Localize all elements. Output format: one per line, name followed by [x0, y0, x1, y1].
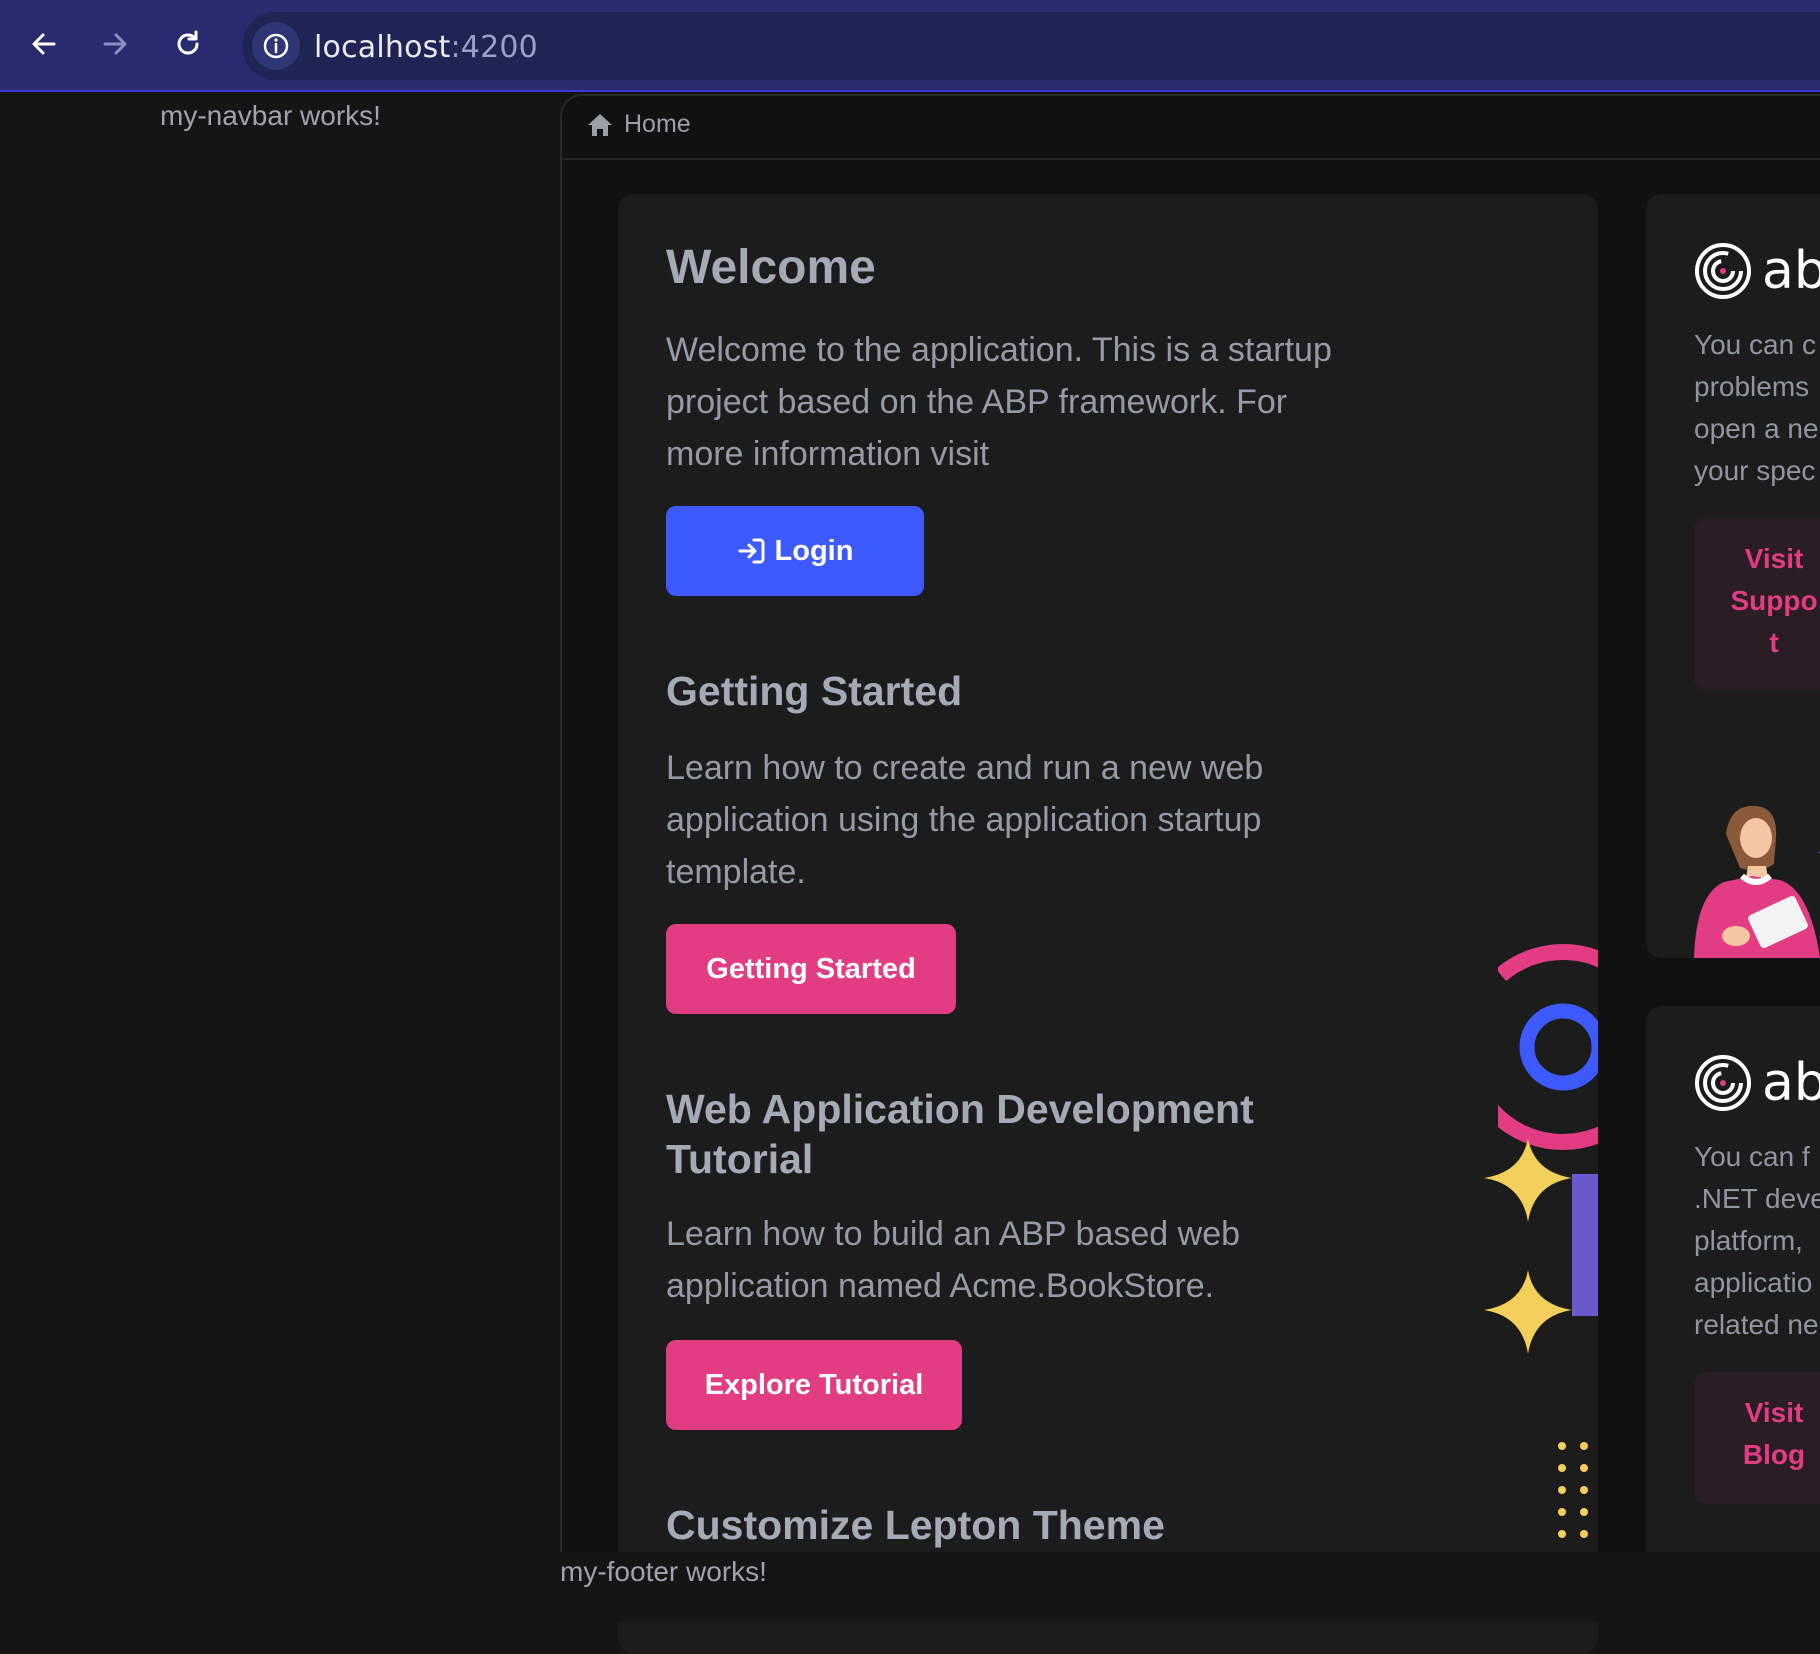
forward-button[interactable]: [93, 22, 137, 66]
login-button[interactable]: Login: [666, 506, 924, 596]
blog-text-line: related ne: [1694, 1309, 1819, 1340]
explore-tutorial-button-label: Explore Tutorial: [704, 1368, 924, 1401]
blog-text: You can f .NET deve platform, applicatio…: [1694, 1136, 1820, 1346]
support-text: You can c problems open a ne your spec: [1694, 324, 1819, 492]
arrow-right-icon: [103, 33, 127, 55]
getting-started-button[interactable]: Getting Started: [666, 924, 956, 1014]
abp-logo: ab: [1694, 242, 1820, 300]
reload-button[interactable]: [166, 22, 210, 66]
tutorial-text-line: application named Acme.BookStore.: [666, 1267, 1215, 1305]
abp-logo-text: ab: [1762, 241, 1820, 301]
visit-support-label-line: Suppo: [1730, 585, 1818, 616]
customize-title: Customize Lepton Theme: [666, 1502, 1165, 1548]
welcome-text-line: more information visit: [666, 435, 990, 473]
abp-logo: ab: [1694, 1054, 1820, 1112]
info-icon: [263, 33, 289, 59]
dot-pattern: [1558, 1442, 1588, 1538]
back-button[interactable]: [22, 22, 66, 66]
abp-logo-icon: [1695, 1055, 1751, 1111]
getting-started-text: Learn how to create and run a new web ap…: [666, 742, 1426, 898]
footer-text: my-footer works!: [560, 1556, 767, 1587]
blog-text-line: .NET deve: [1694, 1183, 1820, 1214]
arrow-left-icon: [32, 33, 56, 55]
welcome-text-line: project based on the ABP framework. For: [666, 383, 1288, 421]
support-illustration: [1694, 805, 1820, 958]
site-info-button[interactable]: [252, 22, 300, 70]
visit-support-label-line: Visit: [1744, 543, 1804, 574]
visit-support-button[interactable]: Visit Suppo t: [1694, 518, 1820, 690]
tutorial-text: Learn how to build an ABP based web appl…: [666, 1208, 1426, 1312]
welcome-text-line: Welcome to the application. This is a st…: [666, 331, 1332, 369]
address-bar[interactable]: localhost:4200: [242, 12, 1820, 80]
blog-text-line: platform,: [1694, 1225, 1803, 1256]
getting-started-text-line: template.: [666, 853, 806, 891]
tutorial-title: Web Application Development Tutorial: [666, 1084, 1426, 1184]
tutorial-title-line: Web Application Development: [666, 1086, 1254, 1132]
url-text: localhost:4200: [314, 30, 538, 65]
support-text-line: problems: [1694, 371, 1810, 402]
breadcrumb: Home: [586, 110, 691, 139]
navbar-text: my-navbar works!: [160, 100, 381, 131]
breadcrumb-divider: [562, 158, 1820, 160]
breadcrumb-home[interactable]: Home: [624, 110, 691, 139]
support-text-line: You can c: [1694, 329, 1816, 360]
browser-toolbar: localhost:4200: [0, 0, 1820, 92]
support-card: ab You can c problems open a ne your spe…: [1646, 194, 1820, 958]
footer: [0, 1552, 1820, 1622]
tutorial-title-line: Tutorial: [666, 1136, 814, 1182]
welcome-title: Welcome: [666, 241, 876, 294]
abp-logo-text: ab: [1762, 1053, 1820, 1113]
getting-started-text-line: Learn how to create and run a new web: [666, 749, 1264, 787]
getting-started-text-line: application using the application startu…: [666, 801, 1262, 839]
reload-icon: [177, 30, 199, 55]
support-text-line: open a ne: [1694, 413, 1819, 444]
explore-tutorial-button[interactable]: Explore Tutorial: [666, 1340, 962, 1430]
visit-support-label-line: t: [1769, 627, 1779, 658]
blog-card: ab You can f .NET deve platform, applica…: [1646, 1006, 1820, 1566]
login-label: Login: [774, 534, 854, 567]
url-port: :4200: [450, 30, 538, 65]
blog-text-line: applicatio: [1694, 1267, 1813, 1298]
visit-blog-label-line: Blog: [1742, 1439, 1806, 1470]
sparkle-shapes: [1484, 1138, 1598, 1354]
abp-logo-icon: [1695, 243, 1751, 299]
login-icon: [738, 538, 765, 564]
getting-started-title: Getting Started: [666, 668, 963, 714]
blog-text-line: You can f: [1694, 1141, 1810, 1172]
visit-blog-button[interactable]: Visit Blog: [1694, 1372, 1820, 1504]
url-host: localhost: [314, 30, 451, 65]
tutorial-text-line: Learn how to build an ABP based web: [666, 1215, 1241, 1253]
welcome-text: Welcome to the application. This is a st…: [666, 324, 1426, 480]
support-text-line: your spec: [1694, 455, 1816, 486]
home-icon[interactable]: [586, 112, 614, 138]
visit-blog-label-line: Visit: [1744, 1397, 1804, 1428]
getting-started-button-label: Getting Started: [706, 952, 916, 985]
